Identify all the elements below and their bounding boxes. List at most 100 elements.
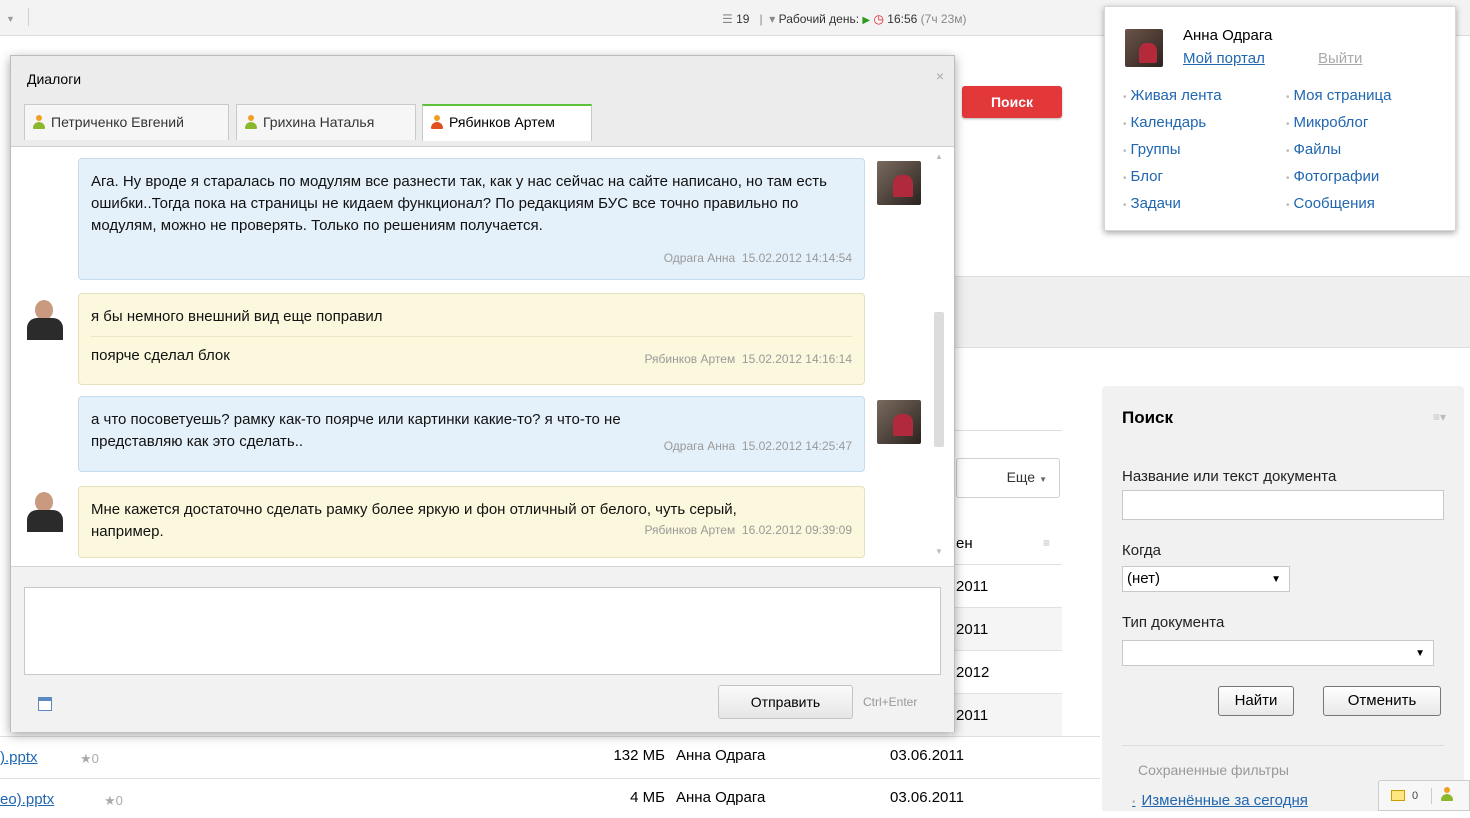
link-messages[interactable]: • Сообщения <box>1286 195 1375 212</box>
notification-tray: 0 <box>1378 780 1470 811</box>
table-cell-date: 2011 <box>952 608 1062 651</box>
when-label: Когда <box>1122 542 1161 559</box>
notifications-count: 0 <box>1412 790 1419 802</box>
file-size: 4 МБ <box>630 789 665 806</box>
logout-link[interactable]: Выйти <box>1318 50 1362 67</box>
notifications-icon[interactable] <box>1391 790 1405 801</box>
file-link[interactable]: ).pptx <box>0 749 38 766</box>
chevron-down-icon: ▼ <box>1039 475 1047 484</box>
tasks-count[interactable]: 19 <box>736 12 749 26</box>
avatar[interactable] <box>877 161 921 205</box>
send-hint[interactable]: Ctrl+Enter <box>863 695 917 709</box>
message-text: Ага. Ну вроде я старалась по модулям все… <box>91 173 827 234</box>
name-input[interactable] <box>1122 490 1444 520</box>
message-input[interactable] <box>24 587 941 675</box>
chevron-down-icon: ▼ <box>1271 574 1281 585</box>
avatar[interactable] <box>877 400 921 444</box>
my-portal-link[interactable]: Мой портал <box>1183 50 1265 67</box>
type-label: Тип документа <box>1122 614 1225 631</box>
divider <box>1122 745 1444 746</box>
message: Мне кажется достаточно сделать рамку бол… <box>78 486 865 558</box>
chevron-down-icon: ▼ <box>1415 648 1425 659</box>
divider <box>1431 788 1432 804</box>
workday-duration: (7ч 23м) <box>920 12 967 26</box>
table-row[interactable]: ).pptx ★0 132 МБ Анна Одрага 03.06.2011 <box>0 736 1100 776</box>
scroll-down-icon[interactable]: ▼ <box>935 547 943 556</box>
header-search-button[interactable]: Поиск <box>962 86 1062 118</box>
link-photos[interactable]: • Фотографии <box>1286 168 1379 185</box>
message-text: я бы немного внешний вид еще поправил <box>91 308 383 325</box>
saved-filter-link[interactable]: • Изменённые за сегодня <box>1132 792 1308 809</box>
message: я бы немного внешний вид еще поправил по… <box>78 293 865 385</box>
tab-ryabinkov[interactable]: Рябинков Артем <box>422 104 592 141</box>
table-cell-date: 2012 <box>952 651 1062 694</box>
saved-filters-label: Сохраненные фильтры <box>1138 762 1289 778</box>
dropdown-arrow-icon[interactable]: ▼ <box>6 14 15 24</box>
avatar[interactable] <box>23 488 67 532</box>
file-link[interactable]: eo).pptx <box>0 791 54 808</box>
table-cell-date: 2011 <box>952 565 1062 608</box>
tab-grikhina[interactable]: Грихина Наталья <box>236 104 416 140</box>
divider <box>952 430 1062 431</box>
dialog-header[interactable]: Диалоги × Петриченко Евгений Грихина Нат… <box>11 56 954 147</box>
user-icon <box>431 115 443 129</box>
content-bar <box>952 276 1470 348</box>
link-blog[interactable]: • Блог <box>1123 168 1163 185</box>
dialogs-window: Диалоги × Петриченко Евгений Грихина Нат… <box>10 55 955 732</box>
tasks-icon: ☰ <box>722 12 733 26</box>
send-button[interactable]: Отправить <box>718 685 853 719</box>
divider <box>28 8 29 26</box>
rating[interactable]: ★0 <box>80 751 99 767</box>
link-tasks[interactable]: • Задачи <box>1123 195 1181 212</box>
file-owner: Анна Одрага <box>676 747 766 764</box>
file-date: 03.06.2011 <box>890 789 964 806</box>
tab-petrichenko[interactable]: Петриченко Евгений <box>24 104 229 140</box>
link-files[interactable]: • Файлы <box>1286 141 1341 158</box>
user-icon <box>33 115 45 129</box>
file-owner: Анна Одрага <box>676 789 766 806</box>
contacts-icon[interactable] <box>1441 787 1453 802</box>
cancel-button[interactable]: Отменить <box>1323 686 1441 716</box>
message: Ага. Ну вроде я старалась по модулям все… <box>78 158 865 280</box>
user-avatar[interactable] <box>1125 29 1163 67</box>
scroll-up-icon[interactable]: ▲ <box>935 152 943 161</box>
close-icon[interactable]: × <box>936 68 944 84</box>
workday-time: 16:56 <box>887 12 918 26</box>
user-icon <box>245 115 257 129</box>
name-label: Название или текст документа <box>1122 468 1337 485</box>
workday-label[interactable]: Рабочий день: <box>779 12 859 26</box>
link-groups[interactable]: • Группы <box>1123 141 1181 158</box>
link-live-feed[interactable]: • Живая лента <box>1123 87 1222 104</box>
type-select[interactable]: ▼ <box>1122 640 1434 666</box>
message-meta: Одрага Анна 15.02.2012 14:25:47 <box>663 439 852 453</box>
link-microblog[interactable]: • Микроблог <box>1286 114 1368 131</box>
user-panel: Анна Одрага Мой портал Выйти • Живая лент… <box>1104 6 1456 231</box>
avatar[interactable] <box>23 296 67 340</box>
message-meta: Рябинков Артем 16.02.2012 09:39:09 <box>644 523 852 537</box>
message-meta: Одрага Анна 15.02.2012 14:14:54 <box>663 251 852 265</box>
message-meta: Рябинков Артем 15.02.2012 14:16:14 <box>644 352 852 366</box>
scroll-thumb[interactable] <box>934 312 944 447</box>
when-select[interactable]: (нет) ▼ <box>1122 566 1290 592</box>
search-panel-title: Поиск <box>1122 408 1174 427</box>
timeman-status[interactable]: ☰ 19 | ▾ Рабочий день: ▶ ◷ 16:56 (7ч 23м… <box>722 12 967 26</box>
play-icon[interactable]: ▶ <box>862 15 870 26</box>
link-my-page[interactable]: • Моя страница <box>1286 87 1391 104</box>
find-button[interactable]: Найти <box>1218 686 1294 716</box>
message: а что посоветуешь? рамку как-то поярче и… <box>78 396 865 472</box>
clock-icon: ◷ <box>873 12 884 26</box>
dialog-title: Диалоги <box>27 71 82 87</box>
compose-area: Отправить Ctrl+Enter <box>11 566 954 732</box>
history-icon[interactable] <box>38 697 52 711</box>
column-menu-icon[interactable]: ≡ <box>1043 522 1050 565</box>
rating[interactable]: ★0 <box>104 793 123 809</box>
link-calendar[interactable]: • Календарь <box>1123 114 1206 131</box>
file-date: 03.06.2011 <box>890 747 964 764</box>
messages-scrollbar[interactable]: ▲ ▼ <box>933 152 945 562</box>
table-row[interactable]: eo).pptx ★0 4 МБ Анна Одрага 03.06.2011 <box>0 778 1100 818</box>
table-cell-date: 2011 <box>952 694 1062 737</box>
table-header[interactable]: ен ≡ <box>952 522 1062 565</box>
panel-menu-icon[interactable]: ≡▾ <box>1433 410 1446 424</box>
messages-list: Ага. Ну вроде я старалась по модулям все… <box>11 148 954 568</box>
more-button[interactable]: Еще ▼ <box>956 458 1060 498</box>
